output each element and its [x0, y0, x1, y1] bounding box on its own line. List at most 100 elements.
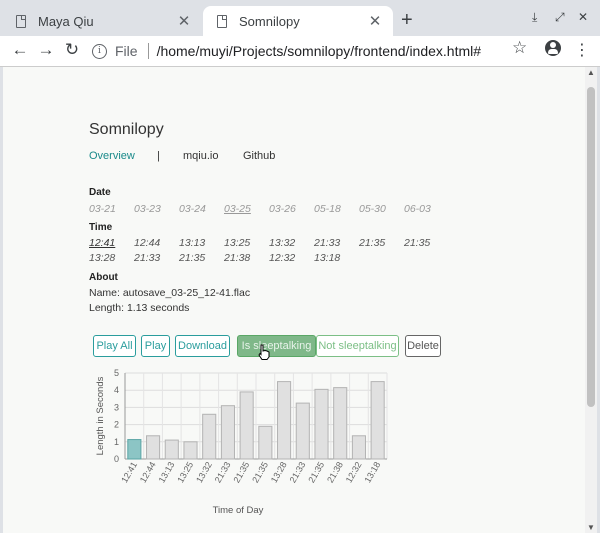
- date-item-selected[interactable]: 03-25: [224, 203, 251, 215]
- time-item[interactable]: 13:18: [314, 252, 340, 264]
- chart-bar-selected[interactable]: [127, 439, 142, 460]
- chart-bar[interactable]: [258, 425, 273, 460]
- maximize-icon[interactable]: ⤢: [555, 10, 565, 25]
- nav-mqiu[interactable]: mqiu.io: [183, 150, 218, 162]
- time-item[interactable]: 12:32: [269, 252, 295, 264]
- date-item[interactable]: 03-24: [179, 203, 206, 215]
- time-item[interactable]: 13:25: [224, 237, 250, 249]
- time-item[interactable]: 21:33: [134, 252, 160, 264]
- x-axis-title: Time of Day: [213, 505, 264, 516]
- play-button[interactable]: Play: [141, 335, 170, 357]
- about-filename: Name: autosave_03-25_12-41.flac: [89, 287, 251, 299]
- time-item[interactable]: 21:33: [314, 237, 340, 249]
- close-tab-icon[interactable]: ✕: [176, 12, 192, 30]
- chart-bar[interactable]: [239, 391, 254, 460]
- about-label: About: [89, 272, 118, 283]
- date-item[interactable]: 06-03: [404, 203, 431, 215]
- date-item[interactable]: 03-21: [89, 203, 116, 215]
- chart-bar[interactable]: [146, 435, 161, 460]
- info-icon[interactable]: i: [92, 43, 107, 59]
- time-item[interactable]: 12:44: [134, 237, 160, 249]
- y-tick-label: 4: [114, 385, 119, 395]
- time-item[interactable]: 21:35: [359, 237, 385, 249]
- document-icon: [217, 14, 227, 28]
- chart-bar[interactable]: [202, 413, 217, 460]
- not-sleeptalking-button[interactable]: Not sleeptalking: [316, 335, 399, 357]
- browser-toolbar: ← → ↻ i File /home/muyi/Projects/somnilo…: [0, 36, 600, 67]
- bookmark-star-icon[interactable]: ☆: [512, 38, 527, 58]
- new-tab-icon[interactable]: +: [401, 9, 413, 32]
- y-tick-label: 5: [114, 368, 119, 378]
- x-tick-label: 13:25: [175, 460, 195, 485]
- x-tick-label: 21:35: [231, 460, 251, 485]
- time-item-selected[interactable]: 12:41: [89, 237, 115, 249]
- delete-button[interactable]: Delete: [405, 335, 441, 357]
- about-length: Length: 1.13 seconds: [89, 302, 190, 314]
- x-tick-label: 13:18: [362, 460, 382, 485]
- tab-somnilopy[interactable]: Somnilopy ✕: [203, 6, 393, 36]
- page-title: Somnilopy: [89, 121, 164, 138]
- date-item[interactable]: 03-23: [134, 203, 161, 215]
- chart-bar[interactable]: [333, 387, 348, 460]
- nav-overview[interactable]: Overview: [89, 150, 135, 162]
- date-item[interactable]: 05-18: [314, 203, 341, 215]
- document-icon: [16, 14, 26, 28]
- time-item[interactable]: 21:35: [404, 237, 430, 249]
- time-item[interactable]: 13:32: [269, 237, 295, 249]
- x-tick-label: 12:32: [344, 460, 364, 485]
- x-tick-label: 21:33: [288, 460, 308, 485]
- menu-dots-icon[interactable]: ⋮: [574, 40, 590, 60]
- hand-cursor-icon: [258, 344, 270, 360]
- scrollbar[interactable]: ▲ ▼: [585, 67, 597, 533]
- x-tick-label: 13:32: [194, 460, 214, 485]
- x-tick-label: 13:28: [269, 460, 289, 485]
- chart-bar[interactable]: [220, 405, 235, 460]
- x-tick-label: 13:13: [157, 460, 177, 485]
- minimize-icon[interactable]: ⤓: [532, 10, 537, 25]
- y-tick-label: 2: [114, 420, 119, 430]
- x-tick-label: 21:38: [325, 460, 345, 485]
- scrollbar-thumb[interactable]: [587, 87, 595, 407]
- tab-maya-qiu[interactable]: Maya Qiu ✕: [2, 6, 202, 36]
- close-window-icon[interactable]: ✕: [578, 10, 588, 24]
- x-tick-label: 21:35: [306, 460, 326, 485]
- page-viewport: ▲ ▼ Somnilopy Overview | mqiu.io Github …: [3, 67, 597, 533]
- nav-github[interactable]: Github: [243, 150, 275, 162]
- bar-chart: 01234512:4112:4413:1313:2513:3221:3321:3…: [95, 368, 388, 516]
- x-tick-label: 12:41: [119, 460, 139, 485]
- chart-bar[interactable]: [351, 435, 366, 460]
- time-item[interactable]: 21:38: [224, 252, 250, 264]
- time-label: Time: [89, 222, 113, 233]
- is-sleeptalking-button[interactable]: Is sleeptalking: [237, 335, 316, 357]
- date-item[interactable]: 03-26: [269, 203, 296, 215]
- x-tick-label: 21:33: [213, 460, 233, 485]
- x-tick-label: 12:44: [138, 460, 158, 485]
- account-icon[interactable]: [545, 40, 561, 56]
- nav-separator: |: [157, 150, 160, 162]
- y-tick-label: 0: [114, 454, 119, 464]
- y-tick-label: 3: [114, 402, 119, 412]
- time-item[interactable]: 13:13: [179, 237, 205, 249]
- reload-icon[interactable]: ↻: [62, 40, 82, 60]
- chart-bar[interactable]: [164, 439, 179, 460]
- play-all-button[interactable]: Play All: [93, 335, 136, 357]
- chart-bar[interactable]: [370, 381, 385, 460]
- time-item[interactable]: 21:35: [179, 252, 205, 264]
- back-icon[interactable]: ←: [10, 40, 30, 60]
- tab-title: Somnilopy: [239, 13, 300, 29]
- url-text[interactable]: /home/muyi/Projects/somnilopy/frontend/i…: [157, 43, 481, 59]
- download-button[interactable]: Download: [175, 335, 230, 357]
- tab-strip: Maya Qiu ✕ Somnilopy ✕ + ⤓ ⤢ ✕: [0, 0, 600, 36]
- scroll-down-icon[interactable]: ▼: [587, 523, 595, 532]
- date-item[interactable]: 05-30: [359, 203, 386, 215]
- scroll-up-icon[interactable]: ▲: [587, 68, 595, 77]
- chart-bar[interactable]: [314, 388, 329, 460]
- chart-bar[interactable]: [277, 381, 292, 460]
- chart-bar[interactable]: [183, 441, 198, 460]
- chart-bar[interactable]: [295, 402, 310, 460]
- y-tick-label: 1: [114, 437, 119, 447]
- time-item[interactable]: 13:28: [89, 252, 115, 264]
- y-axis-title: Length in Seconds: [95, 376, 106, 455]
- forward-icon[interactable]: →: [36, 40, 56, 60]
- close-tab-icon[interactable]: ✕: [367, 12, 383, 30]
